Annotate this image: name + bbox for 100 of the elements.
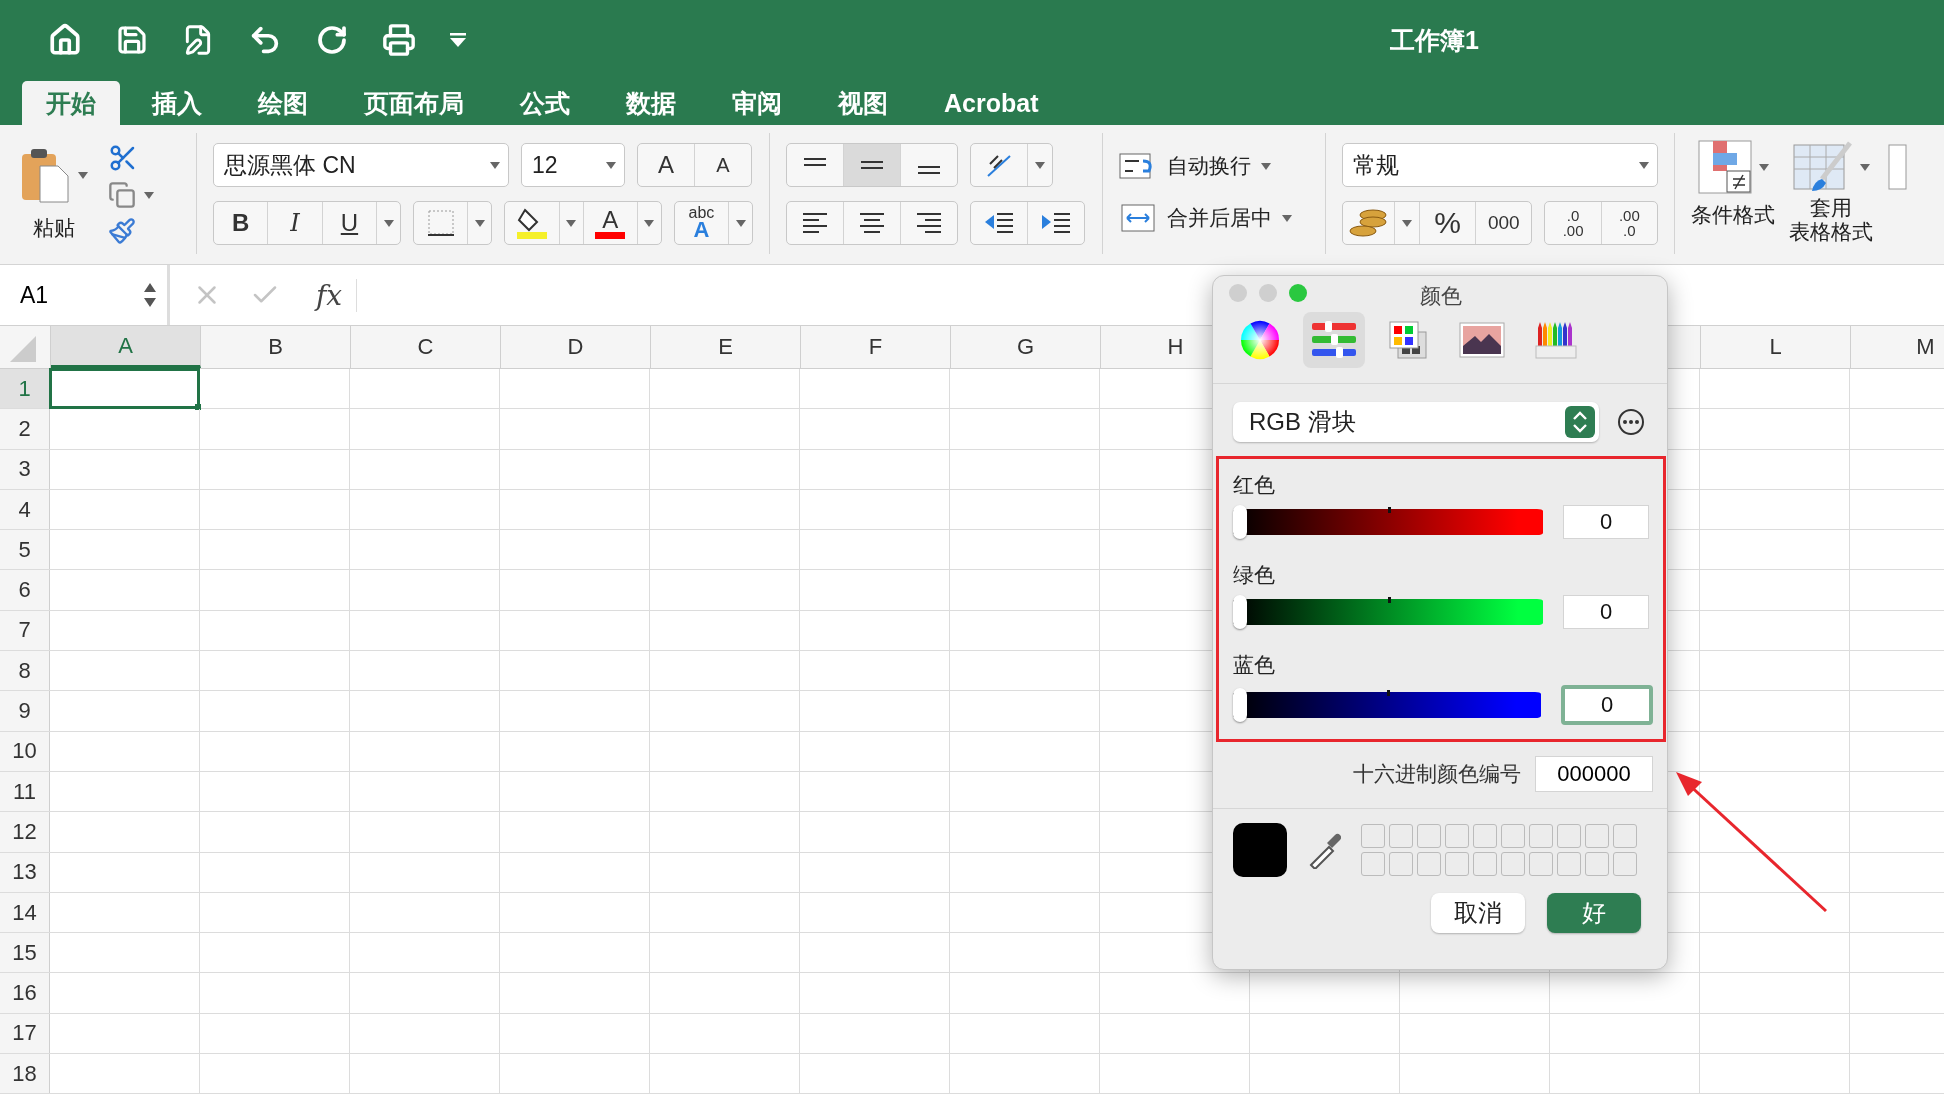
color-well[interactable] [1417, 852, 1441, 876]
row-header[interactable]: 1 [0, 369, 50, 409]
dropdown-caret-icon[interactable] [383, 219, 394, 227]
color-well[interactable] [1529, 824, 1553, 848]
value-field[interactable]: 0 [1563, 595, 1649, 629]
italic-button[interactable]: I [268, 202, 323, 244]
row-header[interactable]: 16 [0, 973, 50, 1013]
ok-button[interactable]: 好 [1547, 893, 1641, 933]
color-well[interactable] [1389, 824, 1413, 848]
hex-field[interactable]: 000000 [1535, 756, 1653, 792]
ribbon-tab[interactable]: 插入 [128, 81, 226, 125]
dropdown-caret-icon[interactable] [566, 219, 577, 227]
color-well[interactable] [1585, 852, 1609, 876]
coins-icon[interactable] [1348, 208, 1389, 238]
dropdown-caret-icon[interactable] [1402, 219, 1413, 227]
color-well[interactable] [1361, 852, 1385, 876]
ribbon-tab[interactable]: Acrobat [920, 81, 1063, 125]
color-well[interactable] [1361, 824, 1385, 848]
color-well[interactable] [1473, 824, 1497, 848]
row-header[interactable]: 14 [0, 892, 50, 933]
borders-icon[interactable] [427, 210, 454, 236]
merge-center-icon[interactable] [1119, 203, 1157, 233]
fill-color-icon[interactable] [516, 206, 547, 240]
redo-icon[interactable] [316, 24, 348, 56]
color-well[interactable] [1529, 852, 1553, 876]
ribbon-tab[interactable]: 公式 [496, 81, 594, 125]
color-well[interactable] [1613, 852, 1637, 876]
decrease-indent-icon[interactable] [983, 211, 1015, 235]
underline-button[interactable]: U [322, 202, 378, 244]
color-well[interactable] [1557, 824, 1581, 848]
dropdown-caret-icon[interactable] [144, 191, 154, 199]
up-down-chevron-icon[interactable] [1572, 410, 1588, 434]
column-header[interactable]: G [951, 326, 1101, 368]
picker-tab[interactable] [1303, 312, 1365, 368]
dropdown-caret-icon[interactable] [1759, 163, 1769, 171]
increase-indent-icon[interactable] [1040, 211, 1072, 235]
save-icon[interactable] [116, 24, 148, 56]
color-well[interactable] [1501, 852, 1525, 876]
column-header[interactable]: L [1701, 326, 1851, 368]
font-name-dropdown[interactable]: 思源黑体 CN [213, 143, 509, 187]
row-header[interactable]: 11 [0, 771, 50, 812]
ribbon-tab[interactable]: 数据 [602, 81, 700, 125]
paste-label[interactable]: 粘贴 [33, 214, 75, 242]
row-header[interactable]: 10 [0, 731, 50, 771]
merge-center-button[interactable]: 合并后居中 [1167, 204, 1272, 232]
color-well[interactable] [1417, 824, 1441, 848]
row-header[interactable]: 13 [0, 852, 50, 892]
row-header[interactable]: 17 [0, 1013, 50, 1054]
dropdown-caret-icon[interactable] [1035, 161, 1045, 169]
paste-icon[interactable] [20, 146, 70, 204]
color-well[interactable] [1501, 824, 1525, 848]
conditional-formatting-button[interactable]: 条件格式 [1691, 201, 1775, 229]
color-well[interactable] [1585, 824, 1609, 848]
row-header[interactable]: 2 [0, 409, 50, 449]
format-as-table-label[interactable]: 表格格式 [1789, 221, 1873, 244]
dropdown-caret-icon[interactable] [1860, 163, 1870, 171]
row-header[interactable]: 5 [0, 530, 50, 570]
home-icon[interactable] [48, 23, 82, 57]
increase-decimal-button[interactable]: .00 .0 [1601, 202, 1657, 244]
dropdown-caret-icon[interactable] [644, 219, 655, 227]
ribbon-tab[interactable]: 页面布局 [340, 81, 488, 125]
bold-button[interactable]: B [214, 202, 269, 244]
column-header[interactable]: F [801, 326, 951, 368]
decrease-decimal-button[interactable]: .0 .00 [1545, 202, 1602, 244]
row-header[interactable]: 15 [0, 933, 50, 973]
mode-dropdown[interactable]: RGB 滑块 [1233, 402, 1599, 442]
column-header[interactable]: D [501, 326, 651, 368]
row-header[interactable]: 18 [0, 1054, 50, 1094]
column-header[interactable]: B [201, 326, 351, 368]
copy-icon[interactable] [108, 181, 136, 209]
more-options-icon[interactable] [1617, 408, 1645, 436]
color-well[interactable] [1445, 824, 1469, 848]
dropdown-caret-icon[interactable] [474, 219, 485, 227]
ribbon-tab[interactable]: 审阅 [708, 81, 806, 125]
conditional-formatting-icon[interactable] [1697, 139, 1753, 195]
row-header[interactable]: 9 [0, 691, 50, 731]
dropdown-caret-icon[interactable] [1639, 161, 1649, 169]
row-header[interactable]: 6 [0, 570, 50, 610]
color-well[interactable] [1557, 852, 1581, 876]
row-header[interactable]: 4 [0, 489, 50, 530]
wrap-text-button[interactable]: 自动换行 [1167, 152, 1251, 180]
dropdown-caret-icon[interactable] [490, 161, 500, 169]
value-field[interactable]: 0 [1563, 505, 1649, 539]
dropdown-caret-icon[interactable] [1282, 214, 1292, 222]
color-well[interactable] [1613, 824, 1637, 848]
comma-style-button[interactable]: 000 [1476, 202, 1532, 244]
color-well[interactable] [1445, 852, 1469, 876]
number-format-dropdown[interactable]: 常规 [1342, 143, 1658, 187]
grow-font-button[interactable]: A [638, 144, 695, 186]
align-left-icon[interactable] [801, 211, 829, 235]
format-as-table-label[interactable]: 套用 [1810, 197, 1852, 220]
row-header[interactable]: 12 [0, 812, 50, 852]
dropdown-caret-icon[interactable] [606, 161, 616, 169]
percent-button[interactable]: % [1419, 202, 1477, 244]
customize-toolbar-icon[interactable] [450, 33, 466, 47]
row-header[interactable]: 8 [0, 651, 50, 691]
shrink-font-button[interactable]: A [695, 144, 751, 186]
dropdown-caret-icon[interactable] [735, 219, 746, 227]
column-header[interactable]: A [51, 326, 201, 368]
row-header[interactable]: 3 [0, 449, 50, 489]
